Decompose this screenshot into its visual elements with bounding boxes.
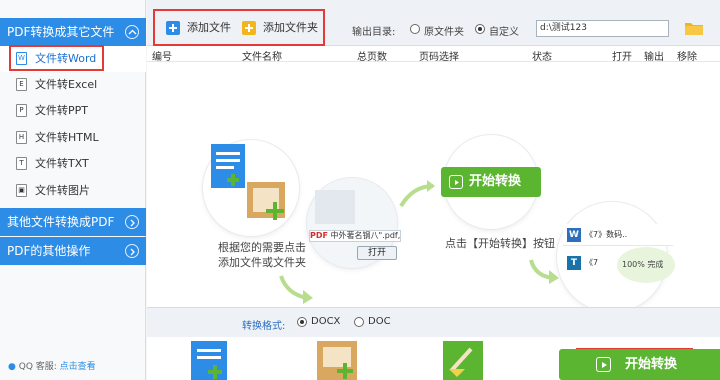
sidebar-item-label: 文件转HTML [35, 131, 99, 144]
start-button-illustration: 开始转换 [441, 167, 541, 197]
add-folder-button[interactable]: 添加文件夹 [241, 18, 318, 38]
converted-doc-row: W 《7》数码.. [563, 224, 673, 246]
group-other-to-pdf[interactable]: 其他文件转换成PDF [0, 208, 146, 236]
sidebar: PDF转换成其它文件 W 文件转Word E 文件转Excel P 文件转PPT… [0, 0, 146, 380]
open-button-illustration: 打开 [357, 246, 397, 260]
format-label: 转换格式: [242, 321, 286, 332]
group-title: PDF的其他操作 [7, 244, 91, 258]
html-file-icon: H [16, 131, 27, 144]
doc1-name: 《7》数码.. [585, 230, 628, 239]
radio-docx[interactable] [297, 317, 307, 327]
toolbar: 添加文件 添加文件夹 输出目录: 原文件夹 自定义 d:\测试123 [147, 0, 720, 46]
step2-caption: 点击【开始转换】按钮 [445, 237, 555, 250]
play-icon [596, 357, 611, 372]
group-title: PDF转换成其它文件 [7, 25, 115, 39]
step1-line2: 添加文件或文件夹 [218, 256, 306, 269]
txt-file-icon: T [16, 157, 27, 170]
add-file-icon [166, 21, 180, 35]
step3-illustration: W 《7》数码.. T 《7 100% 完成 [557, 202, 675, 312]
image-file-icon: ▣ [16, 184, 27, 197]
support-link[interactable]: 点击查看 [60, 362, 96, 372]
step1-caption: 根据您的需要点击 添加文件或文件夹 [197, 240, 327, 270]
col-filename: 文件名称 [242, 52, 282, 63]
play-icon [449, 175, 463, 189]
format-bar: 转换格式: DOCX DOC [147, 307, 720, 337]
folder-list-placeholder [315, 190, 355, 224]
sidebar-item-image[interactable]: ▣ 文件转图片 [0, 178, 146, 204]
arrow-down-right-icon [529, 259, 559, 284]
progress-bubble: 100% 完成 [617, 247, 675, 283]
pdf-icon: PDF [310, 231, 328, 240]
add-folder-large-icon[interactable] [315, 341, 359, 380]
col-output: 输出 [644, 52, 664, 63]
folder-browse-icon[interactable] [685, 21, 703, 35]
chevron-right-icon[interactable] [125, 215, 139, 229]
sidebar-item-label: 文件转PPT [35, 104, 88, 117]
progress-value: 100% [622, 260, 645, 269]
chevron-up-icon[interactable] [125, 25, 139, 39]
file-chip-text: 中外著名钢八".pdf,"... [330, 231, 401, 240]
col-number: 编号 [152, 52, 172, 63]
radio-original-folder[interactable] [410, 24, 420, 34]
arrow-right-icon [399, 180, 435, 208]
col-remove: 移除 [677, 52, 697, 63]
converted-doc-row: T 《7 [563, 252, 623, 274]
doc2-name: 《7 [585, 258, 599, 267]
clear-list-icon[interactable] [441, 341, 485, 380]
sidebar-item-txt[interactable]: T 文件转TXT [0, 151, 146, 177]
add-folder-icon [242, 21, 256, 35]
file-table-header: 编号 文件名称 总页数 页码选择 状态 打开 输出 移除 [147, 46, 720, 63]
sidebar-item-label: 文件转图片 [35, 184, 90, 197]
radio-doc-label: DOC [368, 316, 391, 327]
radio-original-label: 原文件夹 [424, 27, 464, 38]
add-file-button[interactable]: 添加文件 [165, 18, 231, 38]
add-file-large-icon[interactable] [187, 341, 231, 380]
radio-custom-label: 自定义 [489, 27, 519, 38]
support-label: QQ 客服: [18, 362, 57, 372]
start-illustration-label: 开始转换 [469, 174, 522, 189]
col-page-select: 页码选择 [419, 52, 459, 63]
chevron-right-icon[interactable] [125, 244, 139, 258]
highlight-box [9, 45, 104, 71]
add-file-label: 添加文件 [187, 21, 231, 34]
sidebar-item-excel[interactable]: E 文件转Excel [0, 72, 146, 98]
group-title: 其他文件转换成PDF [7, 215, 115, 229]
sidebar-item-label: 文件转TXT [35, 157, 89, 170]
bottom-action-area: 开始转换 [147, 337, 720, 380]
ppt-file-icon: P [16, 104, 27, 117]
excel-file-icon: E [16, 78, 27, 91]
group-pdf-other-ops[interactable]: PDF的其他操作 [0, 237, 146, 265]
group-pdf-to-other[interactable]: PDF转换成其它文件 [0, 18, 146, 46]
radio-docx-label: DOCX [311, 316, 341, 327]
add-document-icon [211, 144, 285, 220]
guide-area: PDF 中外著名钢八".pdf,"... 打开 开始转换 [147, 62, 720, 312]
step1-illustration [203, 140, 299, 236]
col-status: 状态 [532, 52, 552, 63]
sidebar-item-ppt[interactable]: P 文件转PPT [0, 98, 146, 124]
step2-illustration: 开始转换 [441, 135, 541, 229]
start-convert-button[interactable]: 开始转换 [559, 349, 720, 380]
col-pages: 总页数 [357, 52, 387, 63]
txt-doc-icon: T [567, 256, 581, 270]
qq-icon: ● [8, 362, 16, 372]
col-open: 打开 [612, 52, 632, 63]
add-folder-label: 添加文件夹 [263, 21, 318, 34]
radio-doc[interactable] [354, 317, 364, 327]
sidebar-item-label: 文件转Excel [35, 78, 98, 91]
app-window: PDF转换成其它文件 W 文件转Word E 文件转Excel P 文件转PPT… [0, 0, 720, 380]
step1-line1: 根据您的需要点击 [218, 241, 306, 254]
start-convert-label: 开始转换 [625, 357, 678, 372]
output-path-field[interactable]: d:\测试123 [536, 20, 669, 37]
support-line: ● QQ 客服: 点击查看 [8, 359, 96, 372]
sidebar-item-html[interactable]: H 文件转HTML [0, 125, 146, 151]
progress-label: 完成 [647, 260, 664, 269]
output-dir-label: 输出目录: [352, 27, 396, 38]
arrow-down-icon [279, 275, 313, 304]
radio-custom[interactable] [475, 24, 485, 34]
